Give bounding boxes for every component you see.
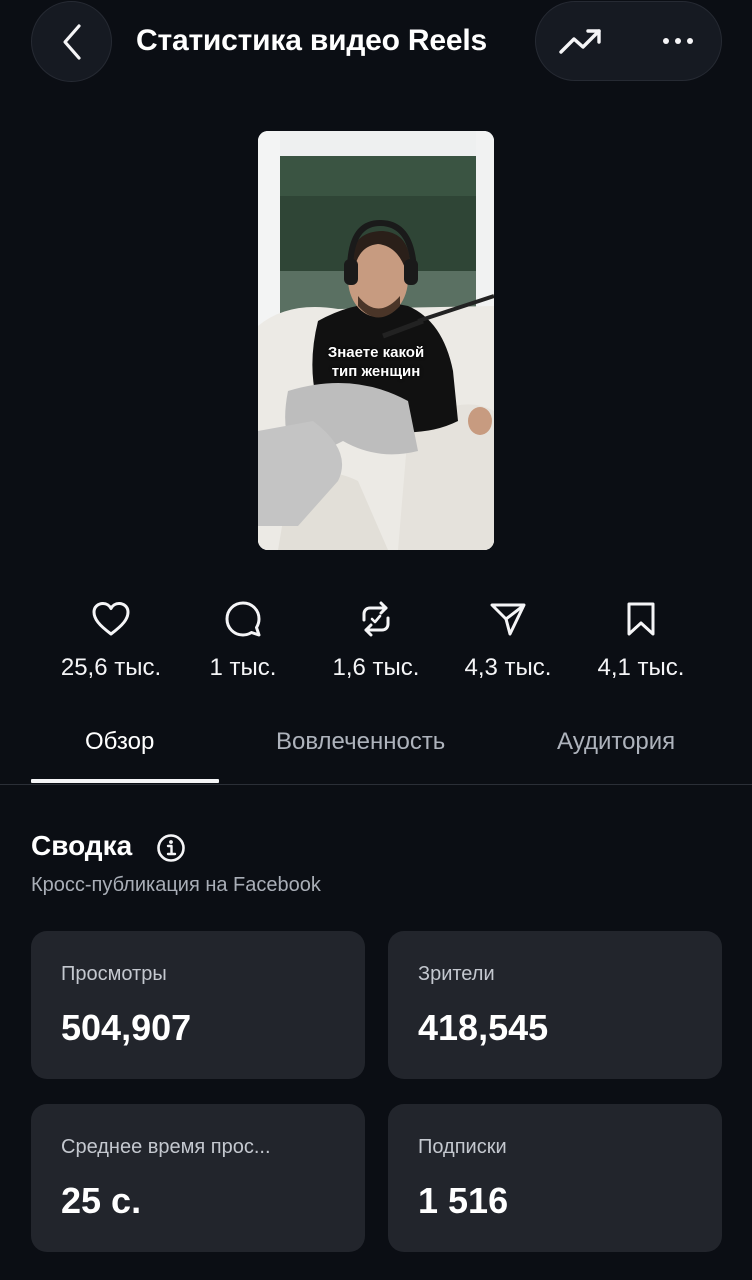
reel-caption: Знаете какой тип женщин xyxy=(258,343,494,381)
summary-title: Сводка xyxy=(31,830,133,861)
summary-subtitle: Кросс-публикация на Facebook xyxy=(31,874,321,896)
more-button[interactable] xyxy=(642,2,714,79)
reposts-count: 1,6 тыс. xyxy=(332,654,420,681)
trend-button[interactable] xyxy=(546,2,616,79)
likes-stat[interactable]: 25,6 тыс. xyxy=(46,598,176,682)
back-button[interactable] xyxy=(31,1,112,82)
saves-stat[interactable]: 4,1 тыс. xyxy=(576,598,706,682)
metric-label: Подписки xyxy=(418,1136,507,1158)
active-tab-indicator xyxy=(31,779,219,783)
header-actions xyxy=(535,1,722,81)
comments-stat[interactable]: 1 тыс. xyxy=(178,598,308,682)
reel-thumbnail[interactable]: Знаете какой тип женщин xyxy=(258,131,494,550)
info-icon[interactable] xyxy=(156,833,186,863)
heart-icon xyxy=(92,602,130,636)
top-bar: Статистика видео Reels xyxy=(0,0,752,86)
trending-up-icon xyxy=(559,28,601,54)
metric-label: Просмотры xyxy=(61,963,167,985)
repost-icon xyxy=(362,601,390,637)
reels-insights-screen: Статистика видео Reels Знаете какой тип … xyxy=(0,0,752,1280)
shares-count: 4,3 тыс. xyxy=(464,654,552,681)
share-icon xyxy=(490,603,526,636)
reel-preview-image xyxy=(258,131,494,550)
comment-icon xyxy=(225,601,261,637)
likes-count: 25,6 тыс. xyxy=(60,654,162,681)
metric-value: 1 516 xyxy=(418,1180,509,1221)
reposts-stat[interactable]: 1,6 тыс. xyxy=(311,598,441,682)
comments-count: 1 тыс. xyxy=(209,654,277,681)
chevron-left-icon xyxy=(62,23,81,60)
metric-value: 25 с. xyxy=(61,1180,142,1221)
reel-caption-line-2: тип женщин xyxy=(331,363,421,380)
tabs-divider xyxy=(0,784,752,785)
metric-card-follows[interactable]: Подписки 1 516 xyxy=(388,1104,722,1252)
metric-value: 504,907 xyxy=(61,1007,192,1048)
tab-overview[interactable]: Обзор xyxy=(85,728,154,756)
metric-card-views[interactable]: Просмотры 504,907 xyxy=(31,931,365,1079)
metric-card-viewers[interactable]: Зрители 418,545 xyxy=(388,931,722,1079)
more-horizontal-icon xyxy=(663,37,693,44)
reel-caption-line-1: Знаете какой xyxy=(327,344,425,361)
bookmark-icon xyxy=(627,602,655,636)
metric-label: Среднее время прос... xyxy=(61,1136,271,1158)
saves-count: 4,1 тыс. xyxy=(597,654,685,681)
metric-card-avg-watch-time[interactable]: Среднее время прос... 25 с. xyxy=(31,1104,365,1252)
tab-engagement[interactable]: Вовлеченность xyxy=(276,728,445,756)
metric-value: 418,545 xyxy=(418,1007,549,1048)
metric-label: Зрители xyxy=(418,963,495,985)
page-title: Статистика видео Reels xyxy=(136,24,487,57)
shares-stat[interactable]: 4,3 тыс. xyxy=(443,598,573,682)
tab-audience[interactable]: Аудитория xyxy=(557,728,675,756)
